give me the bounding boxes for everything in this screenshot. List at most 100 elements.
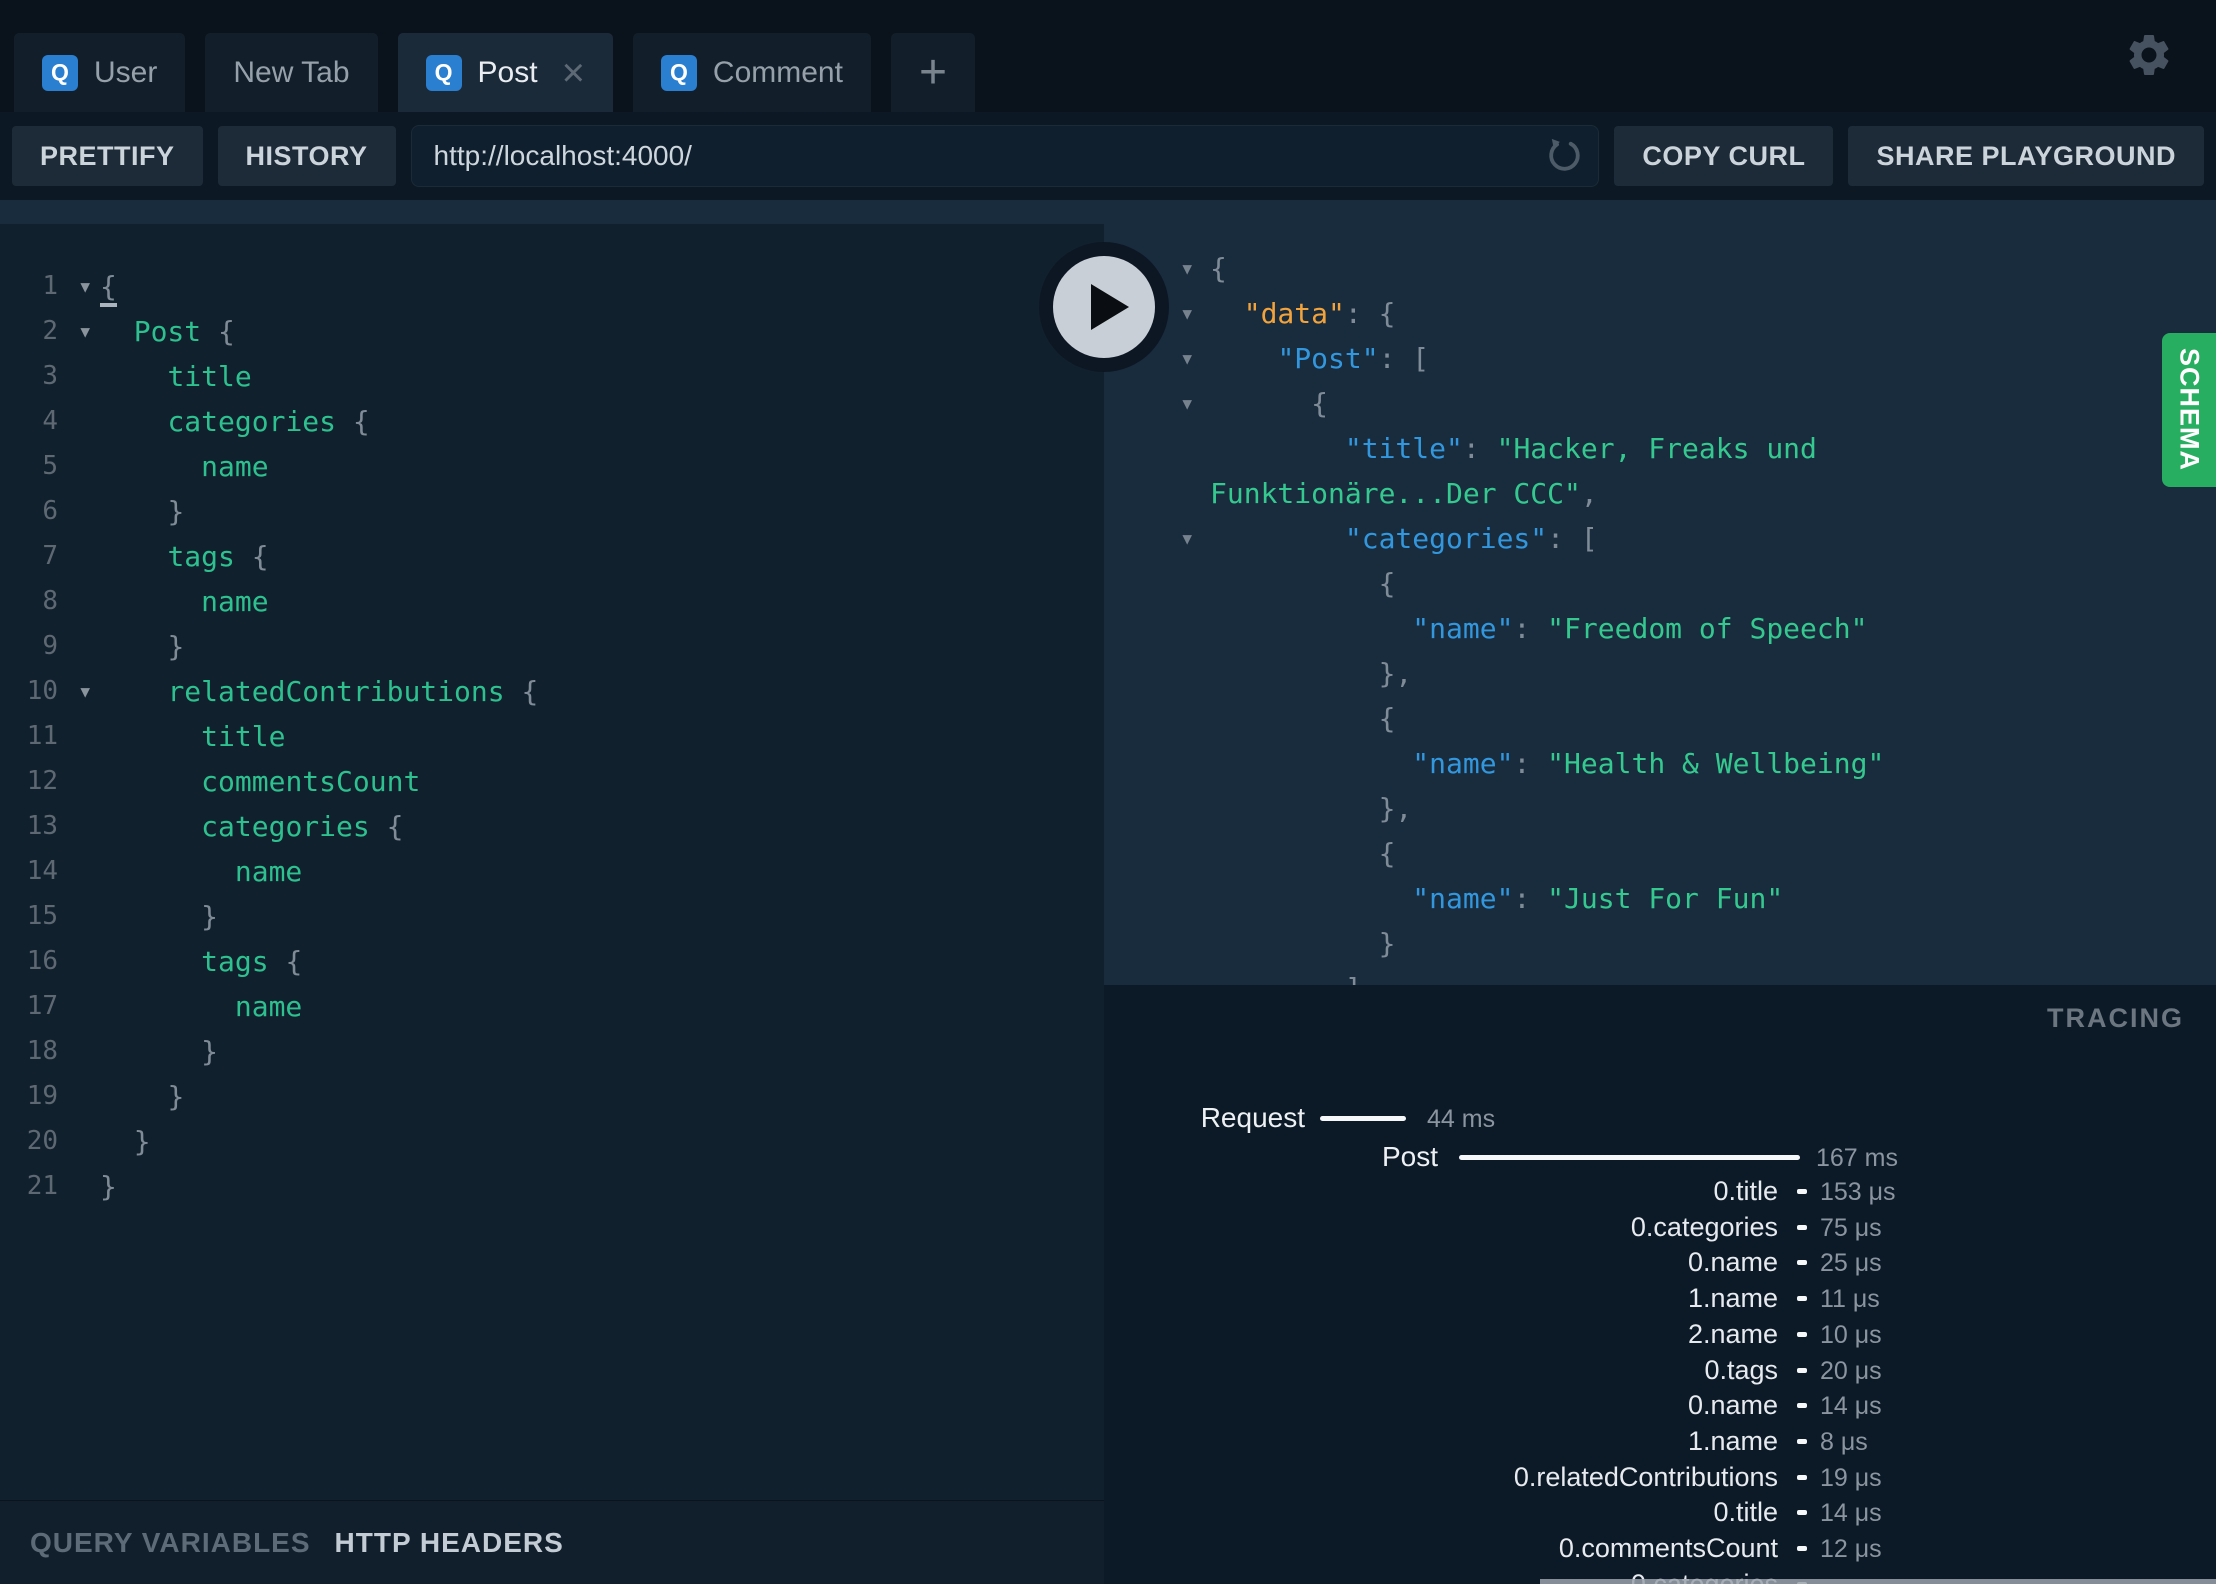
query-editor[interactable]: 1 ▼{2 ▼ Post {3 title 4 categories {5 name 6… [0,224,1104,1500]
tab-label: User [94,55,158,89]
schema-side-tab[interactable]: SCHEMA [2162,333,2216,487]
editor-gutter: 13 [0,804,100,849]
fold-arrow-icon[interactable]: ▼ [1182,246,1192,291]
response-line: "name": "Health & Wellbeing" [1104,741,2216,786]
fold-arrow-icon[interactable]: ▼ [80,264,90,309]
tracing-resolver-label: 0.name [1687,1390,1778,1420]
code-text: } [201,900,219,933]
tracing-resolver-duration: 25 μs [1820,1249,1882,1277]
tracing-resolver-label: 0.tags [1704,1355,1778,1385]
history-button[interactable]: HISTORY [217,126,396,186]
tracing-request-duration: 44 ms [1427,1105,1496,1133]
add-tab-button[interactable]: + [890,33,975,112]
line-number: 20 [26,1126,58,1156]
query-editor-line: 16 tags { [0,939,1104,984]
code-text: title [167,360,252,393]
response-line: { [1104,561,2216,606]
response-line: }, [1104,786,2216,831]
tracing-resolver-row: 0.relatedContributions 19 μs [1104,1462,2216,1492]
query-editor-line: 14 name [0,849,1104,894]
line-number: 9 [42,631,58,661]
code-text: "name": "Health & Wellbeing" [1412,747,1885,780]
line-number: 7 [42,541,58,571]
close-tab-icon[interactable]: × [562,53,585,93]
response-gutter [1104,426,1210,471]
tracing-resolver-row: 1.name 11 μs [1104,1283,2216,1313]
code-text: } [167,1080,185,1113]
tracing-resolver-bar [1797,1403,1807,1408]
code-text: commentsCount [201,765,421,798]
code-text: tags { [201,945,303,978]
tracing-resolver-duration: 12 μs [1820,1535,1882,1563]
code-text: Post { [133,315,235,348]
tracing-root-label: Post [1381,1141,1438,1172]
response-line: ] [1104,966,2216,985]
code-text: "data": { [1243,297,1396,330]
fold-arrow-icon[interactable]: ▼ [1182,516,1192,561]
code-text: { [1378,567,1396,600]
editor-gutter: 20 [0,1119,100,1164]
query-editor-line: 17 name [0,984,1104,1029]
settings-gear-icon[interactable] [2124,30,2174,80]
tracing-resolver-label: 0.relatedContributions [1513,1462,1778,1492]
tracing-root-bar [1459,1155,1800,1160]
editor-gutter: 6 [0,489,100,534]
tab-user[interactable]: Q User [14,33,186,112]
response-line: ▼ "Post": [ [1104,336,2216,381]
tab-label: Comment [712,55,843,89]
tracing-resolver-label: 1.name [1687,1426,1778,1456]
tab-post[interactable]: Q Post × [397,33,613,112]
code-text: { [1378,837,1396,870]
line-number: 4 [42,406,58,436]
tracing-resolver-row: 0.name 25 μs [1104,1247,2216,1277]
tracing-request-label: Request [1200,1102,1305,1133]
code-text: } [167,495,185,528]
response-line: ▼ { [1104,381,2216,426]
http-headers-tab[interactable]: HTTP HEADERS [335,1527,564,1559]
tracing-resolver-bar [1797,1260,1807,1265]
fold-arrow-icon[interactable]: ▼ [80,669,90,714]
editor-gutter: 9 [0,624,100,669]
code-text: title [201,720,286,753]
prettify-button[interactable]: PRETTIFY [12,126,203,186]
response-gutter [1104,966,1210,985]
tracing-resolver-duration: 14 μs [1820,1392,1882,1420]
code-text: "name": "Just For Fun" [1412,882,1784,915]
tab-comment[interactable]: Q Comment [632,33,871,112]
tracing-request-bar [1320,1116,1406,1121]
line-number: 15 [26,901,58,931]
tracing-request-row: Request 44 ms [1104,1102,2216,1134]
tab-new-tab[interactable]: New Tab [205,33,378,112]
endpoint-url-value: http://localhost:4000/ [433,140,692,171]
code-text: } [167,630,185,663]
tracing-resolver-row: 1.name 8 μs [1104,1426,2216,1456]
response-gutter [1104,471,1210,516]
fold-arrow-icon[interactable]: ▼ [1182,336,1192,381]
query-editor-line: 9 } [0,624,1104,669]
share-playground-button[interactable]: SHARE PLAYGROUND [1848,126,2204,186]
code-text: name [234,855,303,888]
fold-arrow-icon[interactable]: ▼ [1182,381,1192,426]
response-gutter [1104,786,1210,831]
tracing-resolver-bar [1797,1296,1807,1301]
response-line: ▼{ [1104,246,2216,291]
query-variables-tab[interactable]: QUERY VARIABLES [30,1527,311,1559]
tracing-resolver-bar [1797,1368,1807,1373]
endpoint-url-input[interactable]: http://localhost:4000/ [410,125,1600,187]
response-line: }, [1104,651,2216,696]
code-text: }, [1378,792,1413,825]
query-editor-line: 21} [0,1164,1104,1209]
editor-gutter: 12 [0,759,100,804]
fold-arrow-icon[interactable]: ▼ [1182,291,1192,336]
editor-gutter: 5 [0,444,100,489]
tracing-resolver-bar [1797,1332,1807,1337]
response-line: ▼ "categories": [ [1104,516,2216,561]
reload-schema-icon[interactable] [1542,135,1584,177]
tracing-resolver-label: 0.categories [1630,1212,1778,1242]
response-gutter [1104,696,1210,741]
fold-arrow-icon[interactable]: ▼ [80,309,90,354]
query-editor-line: 13 categories { [0,804,1104,849]
editor-gutter: 7 [0,534,100,579]
execute-query-button[interactable] [1039,242,1169,372]
copy-curl-button[interactable]: COPY CURL [1614,126,1834,186]
